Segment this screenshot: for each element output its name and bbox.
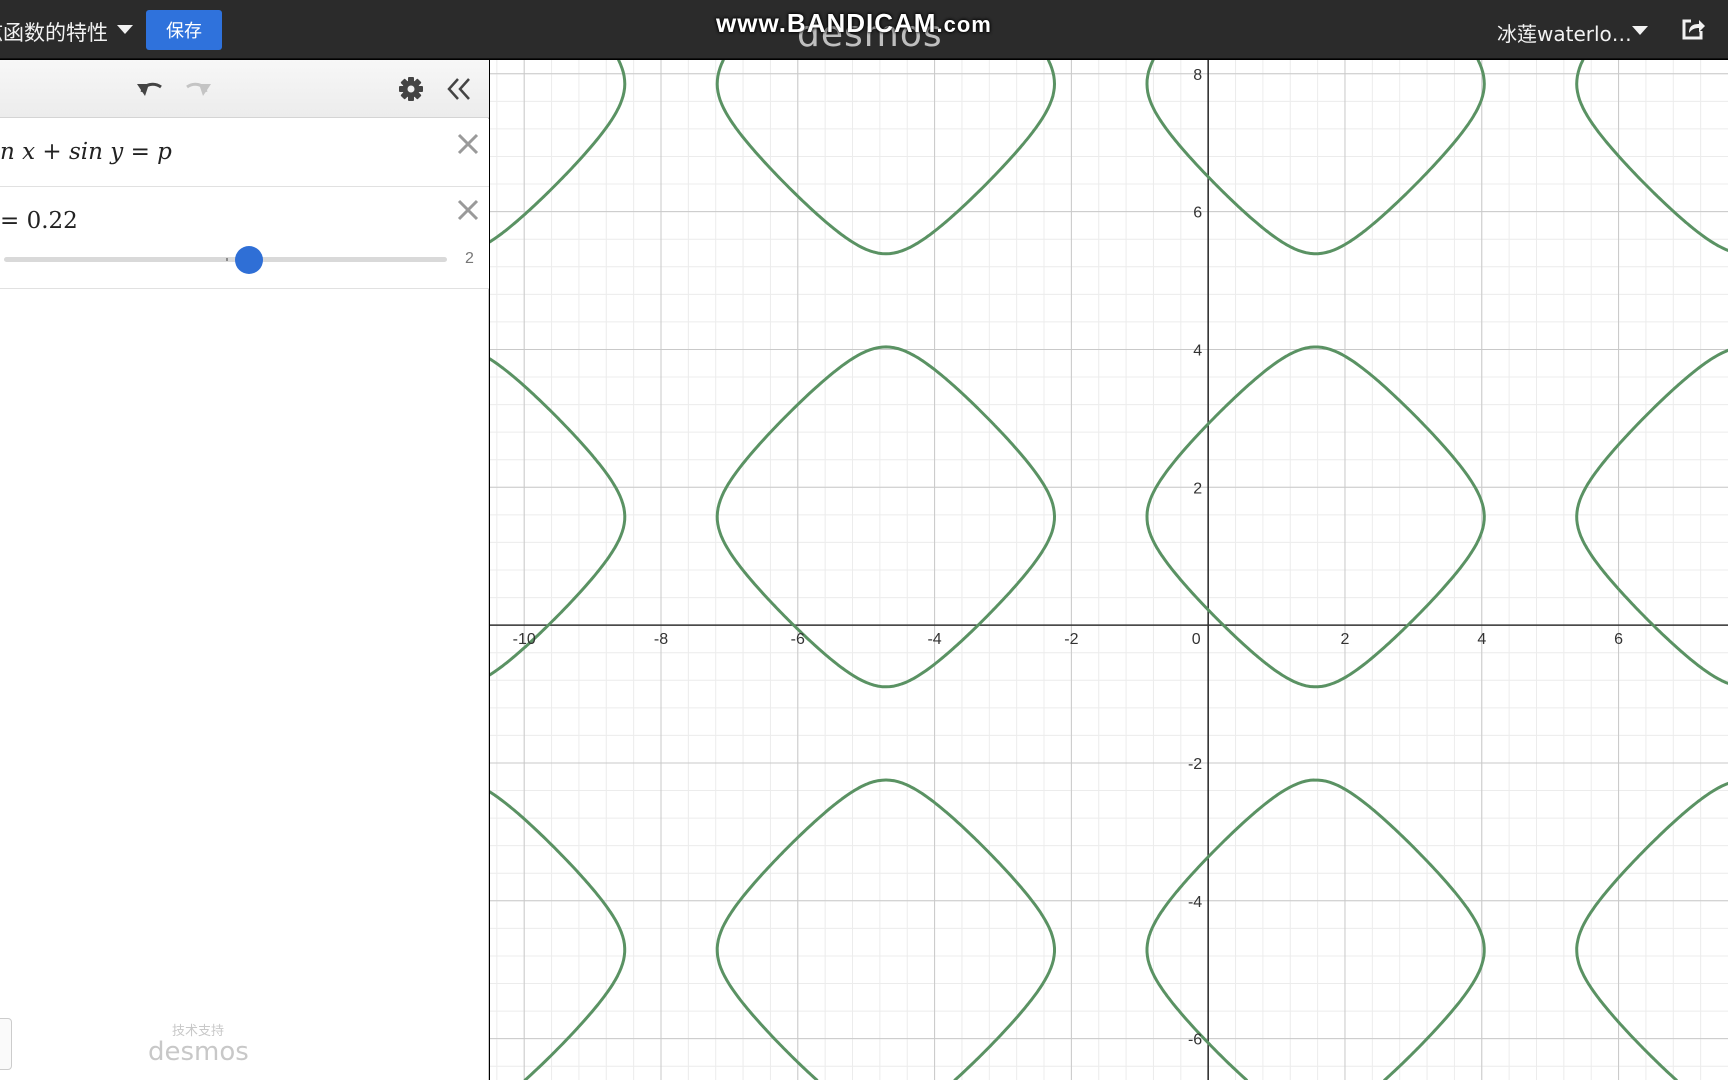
watermark-main: www.BANDICAM (716, 8, 937, 38)
close-icon[interactable] (455, 131, 481, 157)
y-tick-label: 8 (1193, 67, 1202, 84)
x-tick-label: 4 (1477, 631, 1486, 648)
y-tick-label: 2 (1193, 480, 1202, 497)
graph-title[interactable]: 弦函数的特性 (0, 17, 108, 47)
graph-canvas[interactable]: -10 -8 -6 -4 -2 0 2 4 6 8 6 4 2 -2 -4 -6 (490, 60, 1728, 1080)
graph-plot[interactable]: -10 -8 -6 -4 -2 0 2 4 6 8 6 4 2 -2 -4 -6 (490, 60, 1728, 1080)
x-tick-label: -2 (1064, 631, 1078, 648)
gear-icon[interactable] (395, 74, 427, 104)
powered-by: 技术支持 desmos (148, 1020, 249, 1067)
recording-watermark: www.BANDICAM.com (716, 8, 992, 39)
expression-row[interactable]: n x + sin y = p (0, 119, 489, 187)
x-tick-label: 6 (1614, 631, 1623, 648)
y-tick-label: -6 (1188, 1032, 1202, 1049)
x-tick-label: -4 (927, 631, 941, 648)
y-tick-label: 4 (1193, 342, 1202, 359)
user-menu[interactable]: 冰莲waterlo… (1497, 18, 1632, 47)
chevron-down-icon[interactable] (1632, 26, 1648, 35)
expression-row[interactable]: = 0.22 2 (0, 187, 489, 289)
collapse-panel-icon[interactable] (444, 74, 476, 104)
slider-tick (226, 258, 228, 261)
save-button[interactable]: 保存 (146, 10, 222, 50)
watermark-suffix: .com (936, 12, 992, 37)
keypad-toggle[interactable] (0, 1018, 12, 1070)
undo-icon[interactable] (134, 74, 166, 104)
slider-handle[interactable] (235, 246, 263, 274)
close-icon[interactable] (455, 197, 481, 223)
slider-max-label[interactable]: 2 (465, 250, 474, 268)
x-tick-label: 2 (1341, 631, 1350, 648)
top-bar: 弦函数的特性 保存 desmos www.BANDICAM.com 冰莲wate… (0, 0, 1728, 59)
chevron-down-icon[interactable] (117, 25, 133, 34)
desmos-logo: desmos (148, 1037, 249, 1067)
expression-toolbar (0, 60, 489, 118)
y-tick-label: -4 (1188, 894, 1202, 911)
expression-formula[interactable]: n x + sin y = p (0, 139, 172, 165)
x-tick-label: 0 (1192, 631, 1201, 648)
expression-panel: n x + sin y = p = 0.22 2 技术支持 desmos (0, 60, 489, 1080)
redo-icon[interactable] (182, 74, 214, 104)
share-icon[interactable] (1680, 16, 1706, 42)
y-tick-label: 6 (1193, 205, 1202, 222)
x-tick-label: -10 (513, 631, 536, 648)
y-tick-label: -2 (1188, 756, 1202, 773)
x-tick-label: -8 (654, 631, 668, 648)
slider-variable-value[interactable]: = 0.22 (0, 208, 78, 234)
x-tick-label: -6 (791, 631, 805, 648)
